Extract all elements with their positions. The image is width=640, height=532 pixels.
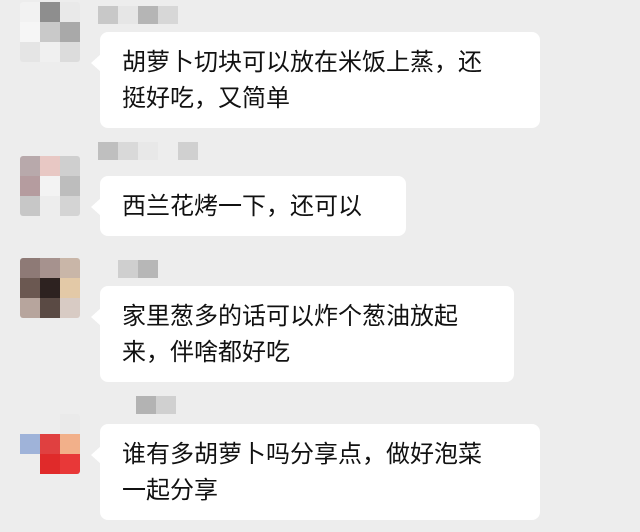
message-bubble[interactable]: 家里葱多的话可以炸个葱油放起 来，伴啥都好吃 [91, 286, 514, 382]
avatar[interactable] [20, 414, 80, 474]
sender-name-blurred [136, 396, 176, 414]
avatar[interactable] [20, 258, 80, 318]
avatar[interactable] [20, 2, 80, 62]
sender-name-blurred [98, 142, 198, 160]
sender-name-blurred [118, 260, 158, 278]
sender-name-blurred [98, 6, 178, 24]
message-bubble[interactable]: 谁有多胡萝卜吗分享点，做好泡菜 一起分享 [91, 424, 540, 520]
message-bubble[interactable]: 胡萝卜切块可以放在米饭上蒸，还 挺好吃，又简单 [91, 32, 540, 128]
avatar[interactable] [20, 156, 80, 216]
message-bubble[interactable]: 西兰花烤一下，还可以 [91, 176, 406, 236]
